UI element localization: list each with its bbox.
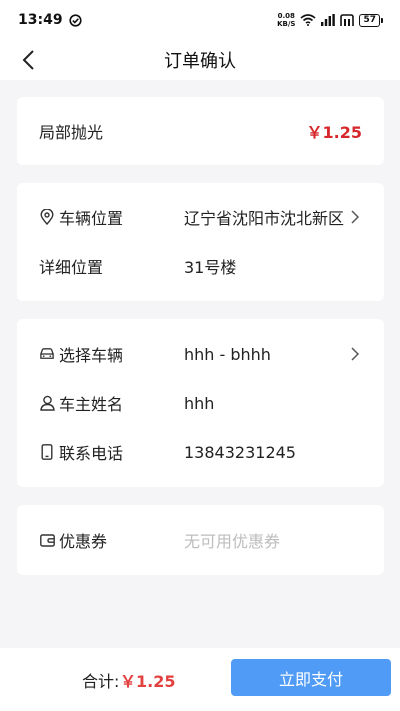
net-speed-value: 0.08: [277, 12, 295, 20]
net-speed: 0.08 KB/S: [277, 12, 295, 28]
coupon-value: 无可用优惠券: [184, 532, 281, 551]
vehicle-location-row[interactable]: 车辆位置 辽宁省沈阳市沈北新区: [17, 202, 384, 232]
owner-name-label: 车主姓名: [59, 395, 124, 414]
coupon-label-group: 优惠券: [39, 528, 107, 552]
detail-location-value: 31号楼: [184, 258, 237, 277]
service-name: 局部抛光: [39, 123, 104, 142]
status-bar: 13:49 0.08 KB/S 57: [0, 0, 400, 40]
select-vehicle-label-group: 选择车辆: [39, 342, 123, 366]
status-right: 0.08 KB/S 57: [277, 12, 383, 28]
chevron-right-icon: [350, 346, 360, 362]
car-icon: [39, 346, 55, 362]
vehicle-location-label-group: 车辆位置: [39, 205, 123, 229]
header: 订单确认: [0, 40, 400, 80]
owner-name-value: hhh: [184, 393, 215, 413]
location-card: 车辆位置 辽宁省沈阳市沈北新区 详细位置 31号楼: [17, 183, 384, 301]
vehicle-location-value: 辽宁省沈阳市沈北新区: [184, 209, 345, 228]
wallet-icon: [39, 532, 55, 548]
pay-now-button[interactable]: 立即支付: [231, 659, 391, 696]
owner-name-label-group: 车主姓名: [39, 391, 123, 415]
phone-row: 联系电话 13843231245: [17, 437, 384, 467]
select-vehicle-value: hhh - bhhh: [184, 344, 271, 364]
coupon-label: 优惠券: [59, 532, 108, 551]
location-pin-icon: [39, 209, 55, 225]
total-label: 合计:: [82, 672, 120, 691]
service-card: 局部抛光 ￥1.25: [17, 97, 384, 165]
total-price: ￥1.25: [120, 672, 176, 691]
coupon-row[interactable]: 优惠券 无可用优惠券: [17, 525, 384, 555]
select-vehicle-label: 选择车辆: [59, 346, 124, 365]
vehicle-card: 选择车辆 hhh - bhhh 车主姓名 hhh 联系电话 1384323124…: [17, 319, 384, 487]
owner-name-row: 车主姓名 hhh: [17, 388, 384, 418]
phone-icon: [39, 444, 55, 460]
phone-label: 联系电话: [59, 444, 124, 463]
phone-value: 13843231245: [184, 442, 296, 462]
back-button[interactable]: [14, 46, 42, 74]
vehicle-location-label: 车辆位置: [59, 209, 124, 228]
service-price: ￥1.25: [306, 123, 362, 142]
chevron-right-icon: [350, 209, 360, 225]
status-left: 13:49: [18, 12, 82, 28]
page-title: 订单确认: [164, 51, 236, 72]
user-icon: [39, 395, 55, 411]
signal-icon: [321, 14, 336, 26]
chevron-left-icon: [22, 50, 34, 70]
coupon-card[interactable]: 优惠券 无可用优惠券: [17, 505, 384, 575]
phone-label-group: 联系电话: [39, 440, 123, 464]
select-vehicle-row[interactable]: 选择车辆 hhh - bhhh: [17, 339, 384, 369]
check-circle-icon: [68, 13, 82, 27]
status-time: 13:49: [18, 12, 63, 28]
battery-icon: 57: [359, 13, 383, 27]
service-row: 局部抛光 ￥1.25: [17, 116, 384, 146]
net-speed-unit: KB/S: [277, 20, 296, 28]
wifi-icon: [300, 14, 316, 26]
detail-location-label: 详细位置: [39, 258, 104, 277]
detail-location-row: 详细位置 31号楼: [17, 251, 384, 281]
bottom-bar: 合计: ￥1.25 立即支付: [0, 648, 400, 711]
hd-icon: [340, 14, 355, 26]
